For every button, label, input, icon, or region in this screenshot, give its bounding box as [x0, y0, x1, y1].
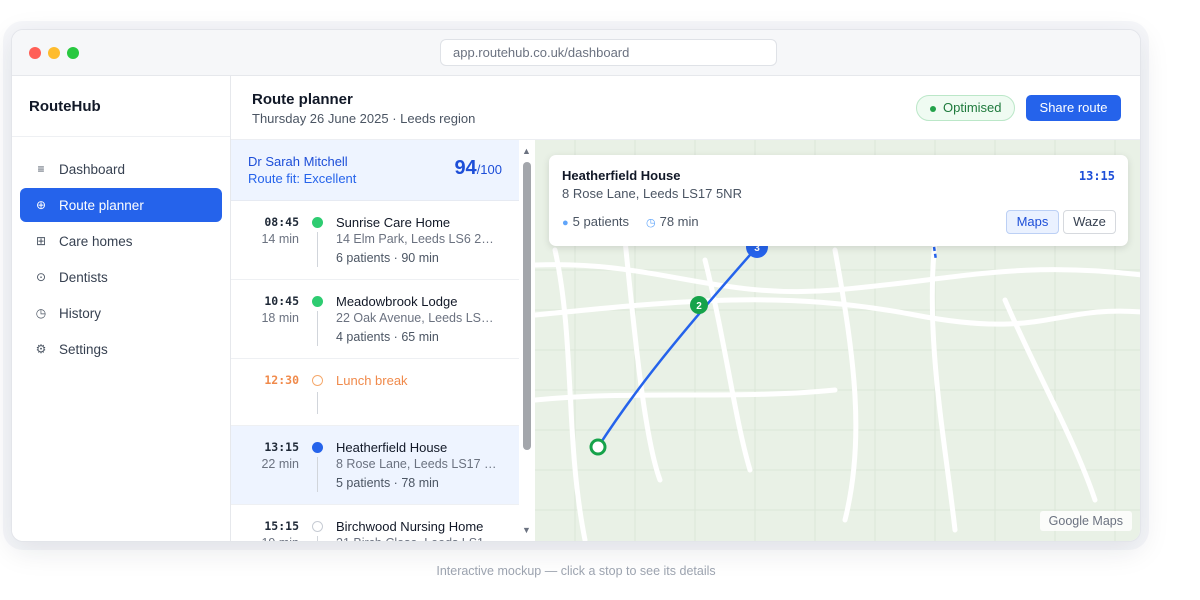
status-badge: Optimised: [916, 95, 1015, 121]
stop-meta: 5 patients · 78 min: [336, 476, 439, 490]
stop-travel-time: 14 min: [261, 232, 299, 246]
scrollbar-thumb[interactable]: [523, 162, 531, 450]
share-route-button[interactable]: Share route: [1026, 95, 1121, 121]
route-icon: ⊕: [35, 198, 47, 212]
sidebar-item-label: Settings: [59, 341, 108, 357]
page-subtitle: Thursday 26 June 2025 · Leeds region: [252, 111, 476, 126]
stop-travel-time: 22 min: [261, 457, 299, 471]
stop-travel-time: 19 min: [231, 536, 299, 541]
url-bar[interactable]: app.routehub.co.uk/dashboard: [440, 39, 777, 66]
stop-time: 15:15: [264, 519, 299, 533]
sidebar-item-label: Route planner: [59, 197, 144, 213]
map-marker-2[interactable]: 2: [690, 296, 708, 314]
stop-address: 14 Elm Park, Leeds LS6 2…: [336, 232, 494, 246]
timeline-connector: [317, 457, 318, 492]
browser-titlebar: app.routehub.co.uk/dashboard: [12, 30, 1140, 76]
app-window: app.routehub.co.uk/dashboard RouteHub ≡ D…: [11, 29, 1141, 542]
maximize-window-icon[interactable]: [67, 47, 79, 59]
stop-name: Heatherfield House: [336, 440, 448, 455]
caption: Interactive mockup — click a stop to see…: [436, 564, 716, 578]
stop-name: Sunrise Care Home: [336, 215, 451, 230]
page-header: Route planner Thursday 26 June 2025 · Le…: [231, 76, 1140, 140]
stop-row[interactable]: 10:45 18 min Meadowbrook Lodge 22 Oak Avenu…: [231, 280, 519, 359]
card-stop-address: 8 Rose Lane, Leeds LS17 5NR: [562, 186, 742, 201]
sidebar-item-label: Care homes: [59, 233, 133, 249]
route-score: 94/100: [454, 157, 502, 180]
card-stop-name: Heatherfield House: [562, 168, 681, 183]
page-title: Route planner: [252, 91, 353, 108]
stop-time: 12:30: [264, 373, 299, 387]
stop-meta: 4 patients · 65 min: [336, 330, 439, 344]
stop-status-icon: [312, 442, 323, 453]
stop-status-icon: [312, 521, 323, 532]
map-attribution: Google Maps: [1039, 511, 1132, 531]
stop-list: Dr Sarah Mitchell Route fit: Excellent 9…: [231, 140, 519, 541]
stop-time: 08:45: [264, 215, 299, 229]
score-value: 94: [454, 157, 477, 179]
stop-row[interactable]: 15:15 19 min Birchwood Nursing Home 21 Birc…: [231, 505, 519, 541]
timeline-connector: [317, 311, 318, 346]
brand-logo: RouteHub: [29, 98, 101, 115]
stop-name: Meadowbrook Lodge: [336, 294, 458, 309]
clock-icon: ◷: [646, 217, 656, 229]
card-patients-label: 5 patients: [572, 214, 630, 229]
map-view[interactable]: 2 3 Heatherfield House 8 Rose Lane, Leed…: [535, 140, 1140, 541]
card-stop-time: 13:15: [1078, 169, 1115, 183]
sidebar-item-label: Dashboard: [59, 161, 126, 177]
scroll-up-icon[interactable]: ▲: [522, 146, 531, 156]
open-waze-button[interactable]: Waze: [1063, 210, 1116, 234]
stop-detail-card: Heatherfield House 8 Rose Lane, Leeds LS…: [549, 155, 1128, 246]
stop-address: 21 Birch Close, Leeds LS1…: [336, 536, 506, 541]
route-summary: Dr Sarah Mitchell Route fit: Excellent 9…: [231, 140, 519, 201]
stop-address: 22 Oak Avenue, Leeds LS…: [336, 311, 494, 325]
stop-row[interactable]: 08:45 14 min Sunrise Care Home 14 Elm Park,…: [231, 201, 519, 280]
stop-row[interactable]: 12:30 Lunch break: [231, 359, 519, 426]
clock-icon: ◷: [35, 306, 47, 320]
stop-time: 13:15: [264, 440, 299, 454]
stop-status-icon: [312, 217, 323, 228]
stop-address: 8 Rose Lane, Leeds LS17 …: [336, 457, 497, 471]
sidebar-item-care-homes[interactable]: ⊞ Care homes: [20, 224, 222, 258]
stop-status-icon: [312, 375, 323, 386]
timeline-connector: [317, 536, 318, 541]
card-duration: ◷ 78 min: [646, 214, 699, 229]
sidebar-divider: [12, 136, 230, 137]
open-maps-button[interactable]: Maps: [1006, 210, 1059, 234]
scroll-down-icon[interactable]: ▼: [522, 525, 531, 535]
stop-row[interactable]: 13:15 22 min Heatherfield House 8 Rose Lane…: [231, 426, 519, 505]
doctor-name: Dr Sarah Mitchell: [248, 154, 348, 169]
target-icon: ⊙: [35, 270, 47, 284]
sidebar-item-dashboard[interactable]: ≡ Dashboard: [20, 152, 222, 186]
grid-icon: ⊞: [35, 234, 47, 248]
sidebar-item-label: History: [59, 305, 102, 321]
sidebar-item-dentists[interactable]: ⊙ Dentists: [20, 260, 222, 294]
stop-meta: 6 patients · 90 min: [336, 251, 439, 265]
stop-name: Birchwood Nursing Home: [336, 519, 484, 534]
timeline-connector: [317, 392, 318, 414]
list-icon: ≡: [37, 162, 45, 176]
stop-name: Lunch break: [336, 373, 408, 388]
route-fit: Route fit: Excellent: [248, 171, 357, 186]
marker-2-label: 2: [696, 301, 702, 312]
list-scrollbar[interactable]: ▲ ▼: [519, 140, 535, 541]
minimize-window-icon[interactable]: [48, 47, 60, 59]
stop-status-icon: [312, 296, 323, 307]
close-window-icon[interactable]: [29, 47, 41, 59]
sidebar-item-history[interactable]: ◷ History: [20, 296, 222, 330]
card-duration-label: 78 min: [659, 214, 699, 229]
card-patients: ● 5 patients: [562, 214, 629, 229]
stop-time: 10:45: [264, 294, 299, 308]
sidebar: RouteHub ≡ Dashboard ⊕ Route planner ⊞ Care h…: [12, 76, 231, 541]
patients-icon: ●: [562, 217, 569, 229]
start-marker[interactable]: [589, 438, 607, 456]
sidebar-item-route-planner[interactable]: ⊕ Route planner: [20, 188, 222, 222]
score-max: /100: [476, 162, 502, 177]
sidebar-item-settings[interactable]: ⚙ Settings: [20, 332, 222, 366]
sidebar-item-label: Dentists: [59, 269, 108, 285]
timeline-connector: [317, 232, 318, 267]
stop-travel-time: 18 min: [261, 311, 299, 325]
gear-icon: ⚙: [35, 342, 47, 356]
